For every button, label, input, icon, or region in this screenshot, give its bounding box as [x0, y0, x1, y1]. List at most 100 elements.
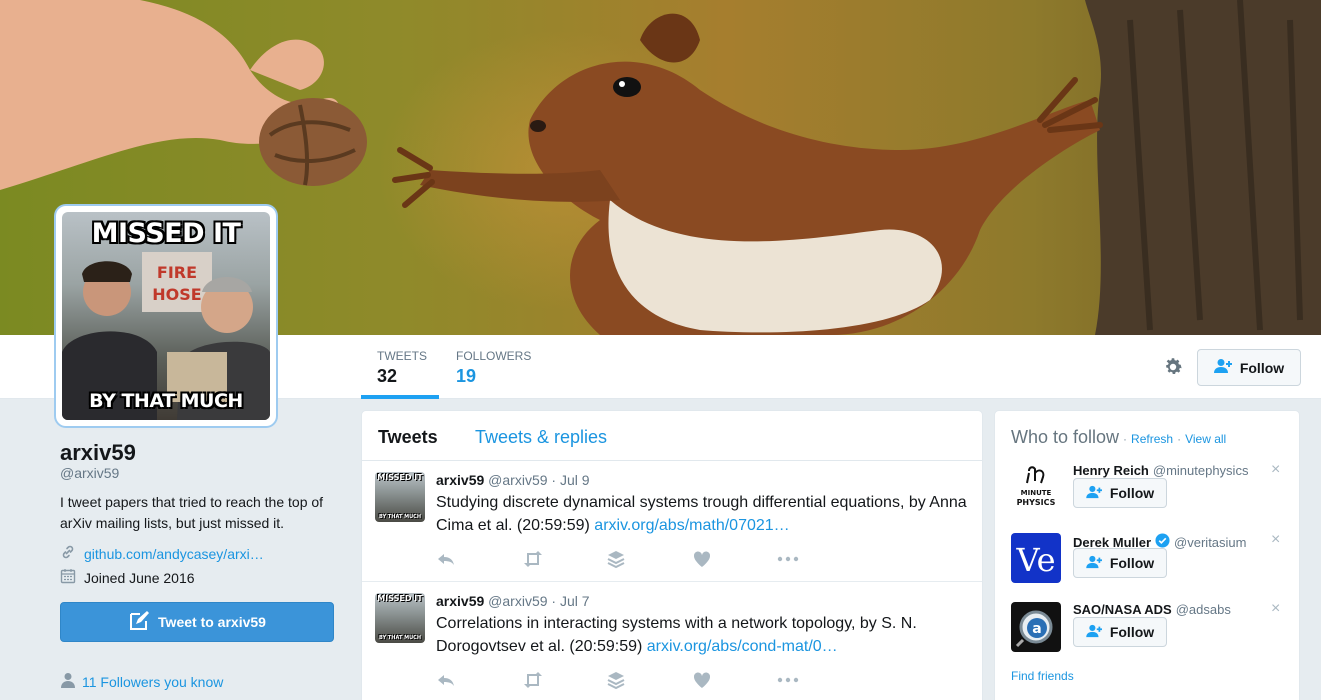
timeline-tabs: Tweets Tweets & replies	[362, 411, 982, 461]
stat-tweets-label: TWEETS	[377, 349, 427, 363]
followers-you-know-text[interactable]: 11 Followers you know	[82, 674, 223, 690]
suggestion-follow-label: Follow	[1109, 485, 1155, 501]
reply-icon[interactable]	[436, 549, 456, 569]
stack-icon[interactable]	[606, 549, 626, 569]
tweet-avatar-bottom-text: BY THAT MUCH	[378, 514, 422, 520]
timeline: Tweets Tweets & replies MISSED IT BY THA…	[361, 410, 983, 700]
profile-link[interactable]: github.com/andycasey/arxi…	[60, 544, 264, 563]
tab-tweets[interactable]: Tweets	[378, 427, 438, 448]
add-user-icon	[1213, 358, 1234, 377]
suggestion-follow-button[interactable]: Follow	[1073, 478, 1167, 508]
suggestion-handle: @veritasium	[1174, 534, 1247, 550]
suggestion-name-row[interactable]: SAO/NASA ADS @adsabs	[1073, 602, 1231, 617]
tweet-actions	[436, 549, 836, 569]
heart-icon[interactable]	[692, 549, 712, 569]
refresh-link[interactable]: Refresh	[1131, 432, 1173, 446]
avatar-meme-top: MISSED IT	[91, 218, 241, 249]
separator: ·	[1123, 432, 1128, 446]
dismiss-icon[interactable]: ×	[1271, 531, 1280, 549]
tab-tweets-replies[interactable]: Tweets & replies	[475, 427, 607, 448]
tweet-to-label: Tweet to arxiv59	[158, 614, 266, 630]
profile-name[interactable]: arxiv59	[60, 440, 136, 466]
tweet-avatar[interactable]: MISSED IT BY THAT MUCH	[375, 472, 425, 522]
suggestion-avatar[interactable]: Ve	[1011, 533, 1061, 583]
reply-icon[interactable]	[436, 670, 456, 690]
suggestion-avatar[interactable]: MINUTE PHYSICS	[1011, 463, 1061, 513]
more-icon[interactable]	[776, 549, 799, 569]
more-icon[interactable]	[776, 670, 799, 690]
retweet-icon[interactable]	[522, 670, 542, 690]
tweet-link[interactable]: arxiv.org/abs/cond-mat/0…	[647, 638, 838, 655]
minutephysics-logo-text-2: PHYSICS	[1017, 498, 1056, 507]
suggestion-follow-button[interactable]: Follow	[1073, 548, 1167, 578]
tweet-author-handle: @arxiv59	[488, 472, 548, 488]
tweet-avatar-bottom-text: BY THAT MUCH	[378, 635, 422, 641]
suggestion-follow-label: Follow	[1109, 555, 1155, 571]
heart-icon[interactable]	[692, 670, 712, 690]
profile-link-text[interactable]: github.com/andycasey/arxi…	[84, 546, 264, 562]
suggestion-avatar[interactable]: a	[1011, 602, 1061, 652]
add-user-icon	[1086, 555, 1104, 572]
profile-joined: Joined June 2016	[60, 568, 195, 587]
stack-icon[interactable]	[606, 670, 626, 690]
tweet-header: arxiv59 @arxiv59 · Jul 9	[436, 472, 590, 488]
profile-avatar[interactable]: FIRE HOSE MISSED IT BY THAT MUCH	[56, 206, 276, 426]
stat-followers[interactable]: FOLLOWERS 19	[440, 335, 540, 399]
suggestion-name[interactable]: SAO/NASA ADS	[1073, 602, 1172, 617]
user-icon	[60, 672, 76, 691]
tweet-item[interactable]: MISSED IT BY THAT MUCH arxiv59 @arxiv59 …	[362, 582, 982, 700]
suggestion-name[interactable]: Henry Reich	[1073, 463, 1149, 478]
separator: ·	[1177, 432, 1182, 446]
tweet-avatar[interactable]: MISSED IT BY THAT MUCH	[375, 593, 425, 643]
tweet-author-name[interactable]: arxiv59	[436, 593, 484, 609]
ads-logo-text: a	[1032, 621, 1041, 637]
tweet-link[interactable]: arxiv.org/abs/math/07021…	[594, 517, 789, 534]
tweet-text: Studying discrete dynamical systems trou…	[436, 491, 976, 537]
add-user-icon	[1086, 485, 1104, 502]
suggestion-item: a SAO/NASA ADS @adsabs Follow ×	[1011, 600, 1291, 658]
stat-followers-value: 19	[456, 366, 477, 386]
profile-joined-text: Joined June 2016	[84, 569, 195, 586]
who-to-follow-header: Who to follow · Refresh · View all	[1011, 427, 1226, 448]
who-to-follow: Who to follow · Refresh · View all MINUT…	[994, 410, 1300, 700]
tweet-avatar-top-text: MISSED IT	[377, 594, 423, 603]
tweet-text: Correlations in interacting systems with…	[436, 612, 976, 658]
suggestion-name-row[interactable]: Henry Reich @minutephysics	[1073, 463, 1248, 478]
tweet-actions	[436, 670, 836, 690]
compose-icon	[128, 610, 150, 635]
profile-bio: I tweet papers that tried to reach the t…	[60, 494, 324, 531]
dismiss-icon[interactable]: ×	[1271, 600, 1280, 618]
view-all-link[interactable]: View all	[1185, 432, 1226, 446]
avatar-meme-bottom: BY THAT MUCH	[89, 390, 243, 412]
who-to-follow-title: Who to follow	[1011, 427, 1120, 447]
link-icon	[60, 544, 76, 563]
stat-tweets[interactable]: TWEETS 32	[361, 335, 439, 399]
find-friends-link[interactable]: Find friends	[1011, 669, 1074, 683]
tweet-avatar-top-text: MISSED IT	[377, 473, 423, 482]
profile-handle: @arxiv59	[60, 465, 120, 481]
suggestion-item: Ve Derek Muller @veritasium Follow ×	[1011, 531, 1291, 589]
tweet-author-handle: @arxiv59	[488, 593, 548, 609]
tweet-author-name[interactable]: arxiv59	[436, 472, 484, 488]
svg-text:HOSE: HOSE	[152, 285, 201, 304]
follow-button-label: Follow	[1239, 359, 1285, 376]
tweet-item[interactable]: MISSED IT BY THAT MUCH arxiv59 @arxiv59 …	[362, 461, 982, 582]
follow-button[interactable]: Follow	[1197, 349, 1301, 386]
suggestion-follow-label: Follow	[1109, 624, 1155, 640]
stat-tweets-value: 32	[377, 366, 398, 386]
tweet-date[interactable]: · Jul 7	[551, 593, 589, 609]
retweet-icon[interactable]	[522, 549, 542, 569]
stat-followers-label: FOLLOWERS	[456, 349, 532, 363]
suggestion-handle: @minutephysics	[1152, 463, 1249, 478]
tweet-to-button[interactable]: Tweet to arxiv59	[60, 602, 334, 642]
followers-you-know[interactable]: 11 Followers you know	[60, 672, 223, 691]
svg-text:FIRE: FIRE	[157, 263, 197, 282]
gear-icon[interactable]	[1162, 356, 1184, 378]
dismiss-icon[interactable]: ×	[1271, 461, 1280, 479]
suggestion-follow-button[interactable]: Follow	[1073, 617, 1167, 647]
calendar-icon	[60, 568, 76, 587]
avatar-image: FIRE HOSE MISSED IT BY THAT MUCH	[62, 212, 270, 420]
veritasium-logo-text: Ve	[1015, 541, 1055, 579]
tweet-header: arxiv59 @arxiv59 · Jul 7	[436, 593, 590, 609]
tweet-date[interactable]: · Jul 9	[551, 472, 589, 488]
